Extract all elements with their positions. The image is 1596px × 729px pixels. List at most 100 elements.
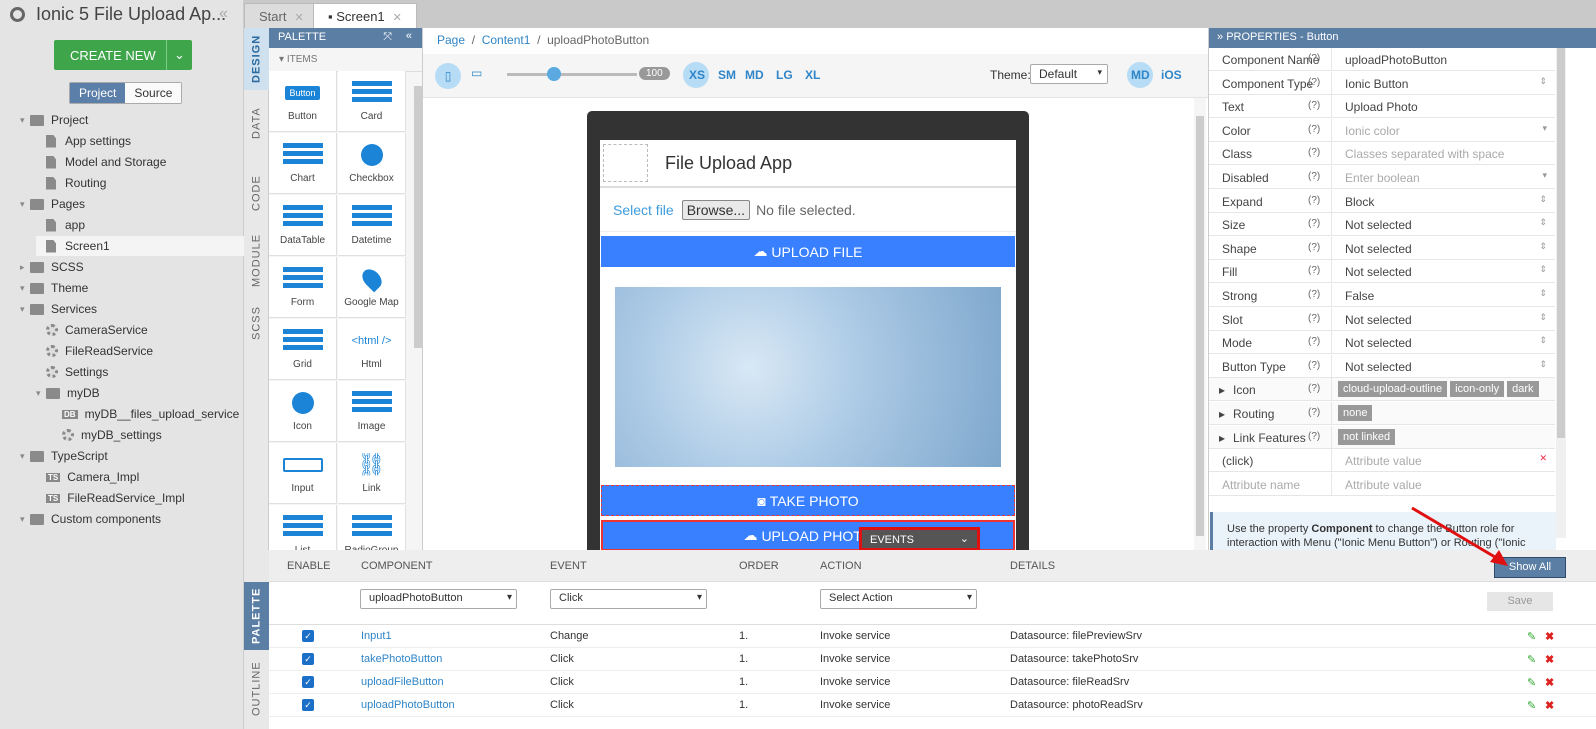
- bp-xs[interactable]: XS: [689, 68, 705, 82]
- tree-item[interactable]: ▾ TypeScript: [20, 446, 244, 466]
- tree-item[interactable]: TS FileReadService_Impl: [36, 488, 244, 508]
- chevron-down-icon[interactable]: ▾: [20, 115, 30, 126]
- value-pill[interactable]: icon-only: [1450, 381, 1505, 398]
- theme-select[interactable]: Default ▾: [1030, 64, 1108, 84]
- toggle-source[interactable]: Source: [125, 83, 182, 103]
- prop-value[interactable]: Upload Photo: [1331, 95, 1555, 119]
- zoom-slider-handle[interactable]: [547, 67, 561, 81]
- dropdown-icon[interactable]: ⇕: [1539, 217, 1547, 228]
- help-icon[interactable]: (?): [1308, 147, 1320, 158]
- prop-value[interactable]: Block ⇕: [1331, 189, 1555, 213]
- palette-item-list[interactable]: List: [269, 505, 337, 550]
- delete-icon[interactable]: ✖: [1545, 676, 1554, 689]
- dropdown-icon[interactable]: ⇕: [1539, 194, 1547, 205]
- prop-value[interactable]: uploadPhotoButton: [1331, 48, 1555, 71]
- mode-md[interactable]: MD: [1131, 68, 1150, 82]
- help-icon[interactable]: (?): [1308, 407, 1320, 418]
- bp-lg[interactable]: LG: [776, 68, 793, 82]
- event-component[interactable]: takePhotoButton: [361, 653, 442, 665]
- palette-item-link[interactable]: ⛓ Link: [338, 443, 406, 504]
- header-placeholder[interactable]: [603, 144, 648, 182]
- palette-item-datatable[interactable]: DataTable: [269, 195, 337, 256]
- help-icon[interactable]: (?): [1308, 383, 1320, 394]
- canvas-scrollbar[interactable]: [1194, 98, 1206, 550]
- enable-checkbox[interactable]: ✓: [302, 653, 314, 665]
- help-icon[interactable]: (?): [1308, 289, 1320, 300]
- tree-item[interactable]: myDB_settings: [52, 425, 244, 445]
- prop-value[interactable]: Not selected ⇕: [1331, 331, 1555, 355]
- dropdown-icon[interactable]: ▾: [1542, 123, 1547, 134]
- palette-item-radiogroup[interactable]: RadioGroup: [338, 505, 406, 550]
- prop-value[interactable]: Not selected ⇕: [1331, 213, 1555, 237]
- prop-value[interactable]: Not selected ⇕: [1331, 260, 1555, 284]
- mode-ios[interactable]: iOS: [1161, 68, 1182, 82]
- value-pill[interactable]: cloud-upload-outline: [1338, 381, 1448, 398]
- tree-item[interactable]: app: [36, 215, 244, 235]
- help-icon[interactable]: (?): [1308, 77, 1320, 88]
- prop-value[interactable]: Classes separated with space: [1331, 142, 1555, 166]
- palette-item-datetime[interactable]: Datetime: [338, 195, 406, 256]
- edit-icon[interactable]: ✎: [1527, 653, 1536, 666]
- tree-item[interactable]: ▾ Custom components: [20, 509, 244, 529]
- tree-item[interactable]: Screen1: [36, 236, 244, 256]
- help-icon[interactable]: (?): [1308, 265, 1320, 276]
- edit-icon[interactable]: ✎: [1527, 699, 1536, 712]
- expand-arrow-icon[interactable]: ▸: [1219, 383, 1225, 397]
- prop-value[interactable]: Not selected ⇕: [1331, 354, 1555, 378]
- tab-screen1[interactable]: ▪ Screen1 ✕: [313, 3, 417, 28]
- palette-item-grid[interactable]: Grid: [269, 319, 337, 380]
- help-icon[interactable]: (?): [1308, 336, 1320, 347]
- palette-item-checkbox[interactable]: Checkbox: [338, 133, 406, 194]
- tree-item[interactable]: Routing: [36, 173, 244, 193]
- prop-group[interactable]: ▸ Icon (?) cloud-upload-outline icon-only dar…: [1209, 378, 1555, 402]
- palette-item-card[interactable]: Card: [338, 71, 406, 132]
- dropdown-icon[interactable]: ⇕: [1539, 241, 1547, 252]
- prop-value[interactable]: False ⇕: [1331, 284, 1555, 307]
- help-icon[interactable]: (?): [1308, 242, 1320, 253]
- prop-value[interactable]: not linked: [1331, 425, 1555, 449]
- palette-section[interactable]: ▾ ITEMS: [269, 48, 422, 72]
- prop-value[interactable]: Not selected ⇕: [1331, 307, 1555, 331]
- tree-item[interactable]: ▾ Project: [20, 110, 244, 130]
- prop-group[interactable]: ▸ Link Features (?) not linked: [1209, 425, 1555, 449]
- crumb-page[interactable]: Page: [437, 33, 465, 47]
- delete-icon[interactable]: ✖: [1545, 699, 1554, 712]
- expand-icon[interactable]: ⤧: [383, 31, 392, 44]
- action-select[interactable]: Select Action ▾: [820, 589, 977, 609]
- phone-view-icon[interactable]: ▯: [435, 63, 461, 89]
- chevron-down-icon[interactable]: ▸: [20, 262, 30, 273]
- prop-value[interactable]: cloud-upload-outline icon-only dark: [1331, 378, 1555, 402]
- dropdown-icon[interactable]: ⇕: [1539, 288, 1547, 299]
- prop-value[interactable]: Not selected ⇕: [1331, 236, 1555, 260]
- prop-value[interactable]: none: [1331, 402, 1555, 425]
- event-component[interactable]: uploadFileButton: [361, 676, 444, 688]
- tab-design[interactable]: DESIGN: [244, 28, 269, 90]
- tab-outline[interactable]: OUTLINE: [244, 650, 269, 728]
- value-pill[interactable]: not linked: [1338, 428, 1396, 445]
- tree-item[interactable]: Settings: [36, 362, 244, 382]
- create-new-button[interactable]: CREATE NEW ⌄: [54, 40, 192, 70]
- prop-value[interactable]: Ionic color ▾: [1331, 118, 1555, 142]
- tab-start[interactable]: Start ✕: [244, 3, 319, 28]
- palette-item-chart[interactable]: Chart: [269, 133, 337, 194]
- chevron-down-icon[interactable]: ▾: [36, 388, 46, 399]
- tab-palette[interactable]: PALETTE: [244, 582, 269, 650]
- dropdown-icon[interactable]: ⇕: [1539, 335, 1547, 346]
- chevron-down-icon[interactable]: ▾: [20, 283, 30, 294]
- tree-item[interactable]: Model and Storage: [36, 152, 244, 172]
- prop-value[interactable]: Ionic Button ⇕: [1331, 71, 1555, 95]
- help-icon[interactable]: (?): [1308, 313, 1320, 324]
- dropdown-icon[interactable]: ▾: [1542, 170, 1547, 181]
- preview-image[interactable]: [615, 287, 1001, 467]
- enable-checkbox[interactable]: ✓: [302, 699, 314, 711]
- enable-checkbox[interactable]: ✓: [302, 676, 314, 688]
- help-icon[interactable]: (?): [1308, 171, 1320, 182]
- prop-group[interactable]: ▸ Routing (?) none: [1209, 402, 1555, 425]
- tree-item[interactable]: ▸ SCSS: [20, 257, 244, 277]
- help-icon[interactable]: (?): [1308, 124, 1320, 135]
- help-icon[interactable]: (?): [1308, 195, 1320, 206]
- help-icon[interactable]: (?): [1308, 431, 1320, 442]
- dropdown-icon[interactable]: ⇕: [1539, 359, 1547, 370]
- tree-item[interactable]: CameraService: [36, 320, 244, 340]
- help-icon[interactable]: (?): [1308, 360, 1320, 371]
